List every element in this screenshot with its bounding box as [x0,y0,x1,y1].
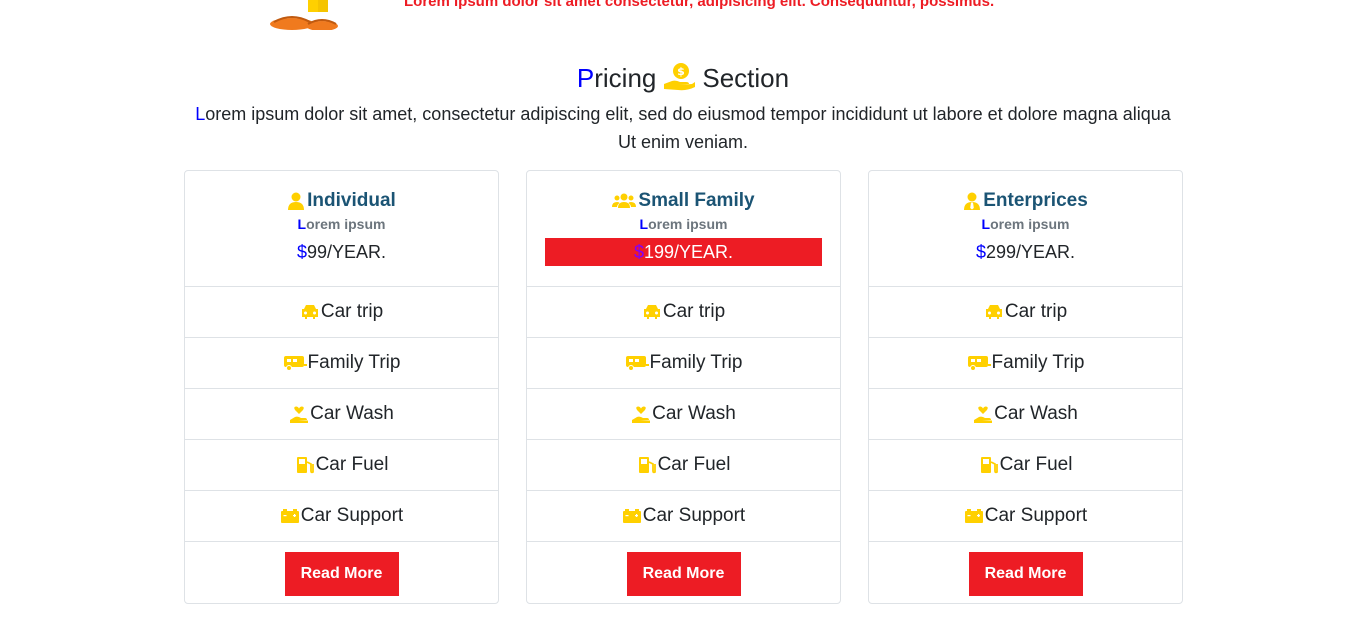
hand-money-icon: $ [664,63,696,91]
subtitle-rest: orem ipsum [648,216,728,232]
card-header: Small Family Lorem ipsum $199/YEAR. [527,171,840,287]
subtitle-first-letter: L [981,216,991,232]
feature-label: Car Support [642,505,746,526]
price-value: 299/YEAR. [985,242,1076,262]
card-footer: Read More [185,542,498,606]
card-footer: Read More [527,542,840,606]
subtitle-rest: orem ipsum [306,216,386,232]
car-icon [985,305,1002,319]
user-tie-icon [964,192,981,210]
hand-heart-icon [290,406,309,423]
battery-icon [622,509,641,523]
feature-item: Car Fuel [527,440,840,491]
plan-name-text: Enterprices [983,190,1088,211]
pricing-card-individual: Individual Lorem ipsum $99/YEAR. Car tri… [184,170,499,604]
feature-item: Car Fuel [185,440,498,491]
plan-price: $299/YEAR. [869,238,1182,266]
card-header: Individual Lorem ipsum $99/YEAR. [185,171,498,287]
card-header: Enterprices Lorem ipsum $299/YEAR. [869,171,1182,287]
feature-label: Family Trip [307,352,401,373]
feature-item: Car Fuel [869,440,1182,491]
gas-pump-icon [980,457,998,474]
price-symbol: $ [975,242,986,262]
feature-item: Car Wash [185,389,498,440]
card-footer: Read More [869,542,1182,606]
feature-label: Car Support [300,505,404,526]
plan-subtitle: Lorem ipsum [527,216,840,232]
feature-item: Car Wash [869,389,1182,440]
plan-name: Small Family [527,189,840,213]
feature-label: Car Wash [310,403,394,424]
read-more-button[interactable]: Read More [626,552,741,596]
title-end-word: Section [702,63,790,93]
plan-price: $99/YEAR. [185,238,498,266]
car-icon [301,305,318,319]
feature-item: Car Support [869,491,1182,542]
section-description: Lorem ipsum dolor sit amet, consectetur … [195,100,1171,156]
desc-first-letter: L [195,104,206,124]
feature-label: Car Fuel [315,454,389,475]
pricing-card-enterprices: Enterprices Lorem ipsum $299/YEAR. Car t… [868,170,1183,604]
feature-label: Family Trip [991,352,1085,373]
subtitle-first-letter: L [297,216,307,232]
gas-pump-icon [296,457,314,474]
feature-label: Car Fuel [999,454,1073,475]
svg-text:$: $ [678,65,686,78]
feature-label: Car Wash [652,403,736,424]
car-icon [643,305,660,319]
hand-heart-icon [974,406,993,423]
users-icon [612,193,637,208]
feature-item: Car Support [185,491,498,542]
price-value: 99/YEAR. [306,242,387,262]
read-more-button[interactable]: Read More [968,552,1083,596]
plan-subtitle: Lorem ipsum [869,216,1182,232]
mascot-feet-illustration [270,0,338,30]
battery-icon [964,509,983,523]
feature-label: Family Trip [649,352,743,373]
price-symbol: $ [296,242,307,262]
plan-subtitle: Lorem ipsum [185,216,498,232]
price-symbol: $ [633,242,644,262]
section-title: Pricing $ Section [0,62,1366,94]
feature-label: Car trip [662,301,726,322]
feature-item: Car Support [527,491,840,542]
rv-icon [967,356,991,371]
user-icon [288,192,305,210]
subtitle-rest: orem ipsum [990,216,1070,232]
plan-name-text: Individual [307,190,396,211]
hand-heart-icon [632,406,651,423]
top-description-text: Lorem ipsum dolor sit amet consectetur, … [404,0,995,10]
battery-icon [280,509,299,523]
gas-pump-icon [638,457,656,474]
rv-icon [283,356,307,371]
feature-label: Car Wash [994,403,1078,424]
top-strip: Lorem ipsum dolor sit amet consectetur, … [0,0,1366,36]
title-first-letter: P [576,63,595,93]
feature-item: Car trip [869,287,1182,338]
read-more-button[interactable]: Read More [284,552,399,596]
rv-icon [625,356,649,371]
feature-label: Car Fuel [657,454,731,475]
plan-name: Individual [185,189,498,213]
plan-name: Enterprices [869,189,1182,213]
feature-item: Family Trip [869,338,1182,389]
pricing-card-small-family: Small Family Lorem ipsum $199/YEAR. Car … [526,170,841,604]
plan-name-text: Small Family [638,190,755,211]
price-value: 199/YEAR. [643,242,734,262]
feature-item: Car trip [185,287,498,338]
feature-label: Car Support [984,505,1088,526]
feature-item: Family Trip [185,338,498,389]
feature-label: Car trip [320,301,384,322]
plan-price-highlighted: $199/YEAR. [545,238,822,266]
desc-rest: orem ipsum dolor sit amet, consectetur a… [205,104,1171,152]
feature-item: Car trip [527,287,840,338]
feature-label: Car trip [1004,301,1068,322]
feature-item: Car Wash [527,389,840,440]
subtitle-first-letter: L [639,216,649,232]
feature-item: Family Trip [527,338,840,389]
title-word: ricing [594,63,657,93]
